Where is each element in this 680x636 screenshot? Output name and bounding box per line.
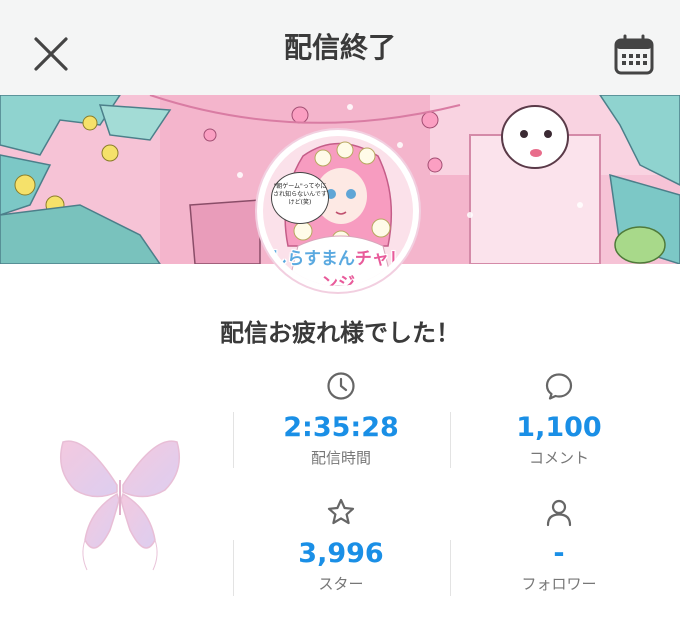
stat-followers: - フォロワー	[451, 497, 667, 593]
streamer-avatar: "朝ゲーム"ってやにされ知らないんですけど(笑) しらすまんチャレンジ	[257, 130, 419, 292]
stat-value: 1,100	[516, 412, 602, 443]
person-icon	[546, 499, 572, 527]
top-bar: 配信終了	[0, 0, 680, 95]
avatar-speech-bubble: "朝ゲーム"ってやにされ知らないんですけど(笑)	[271, 172, 329, 224]
comment-icon	[545, 373, 573, 400]
logo-text-1: しらすまん	[270, 249, 355, 269]
stat-label: 配信時間	[310, 449, 371, 467]
stat-value: -	[553, 538, 565, 569]
clock-icon	[327, 372, 355, 400]
stat-duration: 2:35:28 配信時間	[233, 371, 449, 467]
stat-label: コメント	[528, 449, 589, 467]
stat-value: 3,996	[298, 538, 384, 569]
stat-comments: 1,100 コメント	[451, 371, 667, 467]
avatar-image: "朝ゲーム"ってやにされ知らないんですけど(笑) しらすまんチャレンジ	[263, 136, 413, 286]
stat-label: フォロワー	[521, 575, 597, 593]
completion-message: 配信お疲れ様でした！	[220, 319, 460, 347]
calendar-icon	[614, 34, 654, 75]
butterfly-icon	[60, 440, 180, 571]
stat-value: 2:35:28	[283, 412, 399, 443]
calendar-button[interactable]	[612, 33, 656, 77]
close-icon	[34, 37, 68, 71]
page-title: 配信終了	[283, 31, 396, 64]
avatar-logo: しらすまんチャレンジ	[267, 244, 409, 286]
close-button[interactable]	[30, 33, 72, 75]
stat-stars: 3,996 スター	[233, 497, 449, 593]
star-icon	[327, 498, 355, 525]
stat-label: スター	[318, 575, 364, 593]
